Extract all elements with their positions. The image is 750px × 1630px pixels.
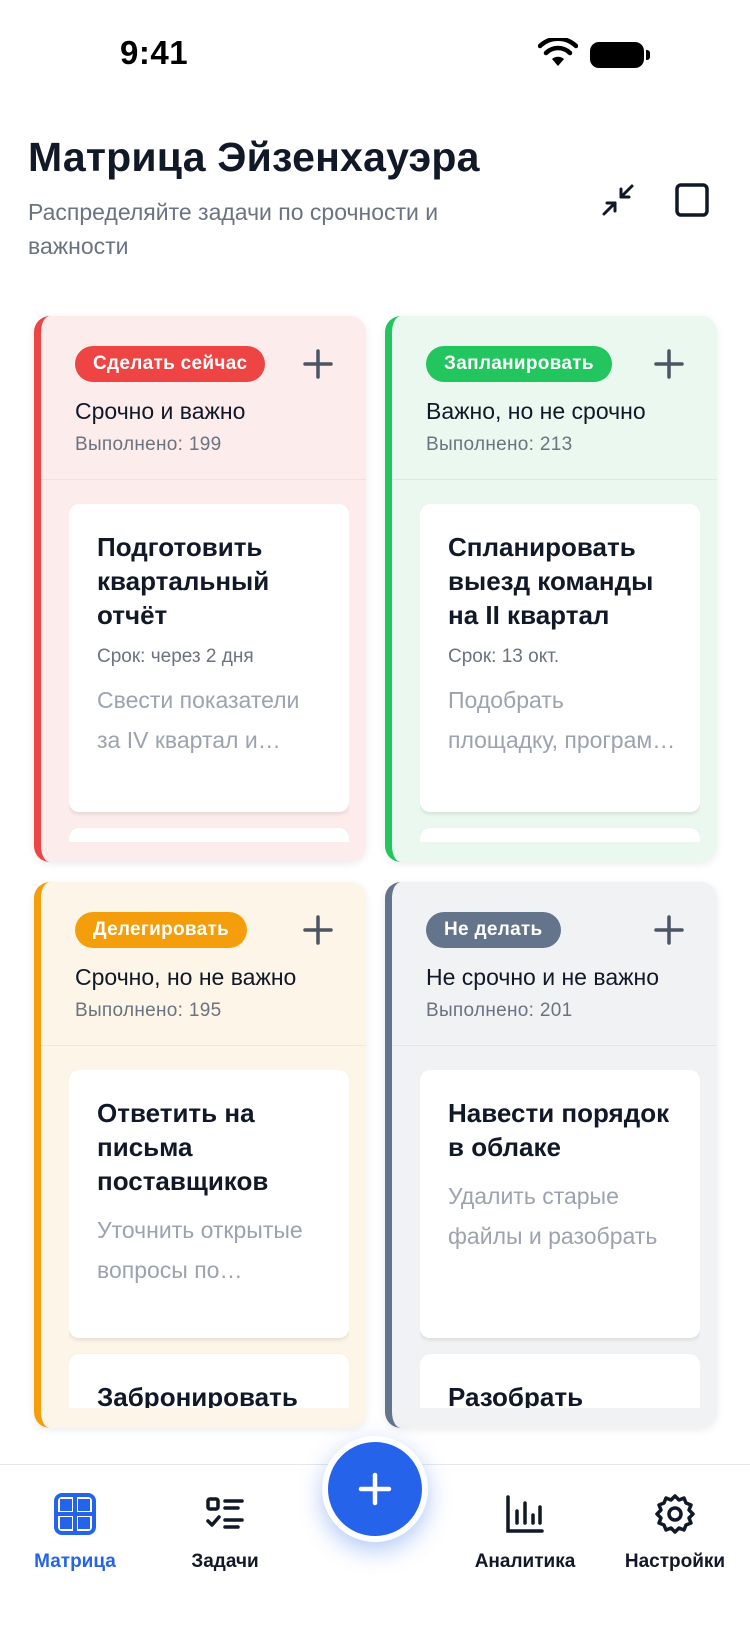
quadrant-schedule: Запланировать Важно, но не срочно Выполн…	[385, 316, 717, 862]
quadrant-header: Делегировать Срочно, но не важно Выполне…	[41, 882, 366, 1046]
task-title: Навести порядок в облаке	[448, 1098, 670, 1162]
quadrant-subtitle: Срочно, но не важно	[75, 964, 297, 990]
task-card[interactable]: Спланировать выезд команды на II квартал…	[420, 504, 700, 812]
quadrant-badge: Сделать сейчас	[75, 346, 266, 382]
task-card[interactable]: Подготовить квартальный отчёт Срок: чере…	[69, 504, 349, 812]
tab-tasks[interactable]: Задачи	[160, 1491, 290, 1573]
header: Матрица Эйзенхауэра Распределяйте задачи…	[28, 134, 722, 263]
tab-label: Матрица	[34, 1551, 116, 1572]
quadrant-header: Не делать Не срочно и не важно Выполнено…	[392, 882, 717, 1046]
quadrant-do-now: Сделать сейчас Срочно и важно Выполнено:…	[34, 316, 366, 862]
task-due: Срок: 13 окт.	[448, 646, 560, 667]
task-card[interactable]: Ответить на письма поставщиков Уточнить …	[69, 1070, 349, 1338]
task-title: Разобрать	[448, 1382, 584, 1408]
tab-settings[interactable]: Настройки	[610, 1491, 740, 1573]
collapse-button[interactable]	[594, 176, 642, 224]
task-card[interactable]	[420, 828, 700, 842]
tab-label: Задачи	[191, 1551, 259, 1572]
quadrant-header: Запланировать Важно, но не срочно Выполн…	[392, 316, 717, 480]
task-card[interactable]: Разобрать	[420, 1354, 700, 1408]
wifi-icon	[538, 38, 578, 66]
tab-label: Настройки	[624, 1551, 726, 1572]
quadrant-header: Сделать сейчас Срочно и важно Выполнено:…	[41, 316, 366, 480]
task-list: Спланировать выезд команды на II квартал…	[420, 504, 700, 842]
task-list: Ответить на письма поставщиков Уточнить …	[69, 1070, 349, 1408]
quadrant-badge: Делегировать	[75, 912, 248, 948]
quadrant-badge: Запланировать	[426, 346, 612, 382]
battery-icon	[590, 42, 650, 68]
completed-count: Выполнено: 195	[75, 1000, 222, 1021]
tab-matrix[interactable]: Матрица	[10, 1491, 140, 1573]
quadrant-subtitle: Не срочно и не важно	[426, 964, 659, 990]
bar-chart-icon	[506, 1495, 544, 1533]
task-title: Ответить на письма поставщиков	[97, 1098, 269, 1196]
task-card[interactable]: Забронировать	[69, 1354, 349, 1408]
add-task-icon[interactable]	[298, 344, 338, 384]
add-task-fab[interactable]	[322, 1436, 428, 1542]
quadrant-badge: Не делать	[426, 912, 561, 948]
task-title: Спланировать выезд команды на II квартал	[448, 532, 654, 630]
task-due: Срок: через 2 дня	[97, 646, 254, 667]
task-card[interactable]: Навести порядок в облаке Удалить старые …	[420, 1070, 700, 1338]
tab-label: Аналитика	[474, 1551, 576, 1572]
task-title: Подготовить квартальный отчёт	[97, 532, 270, 630]
task-description: Уточнить открытые вопросы по поставкам	[97, 1217, 303, 1283]
grid-icon	[54, 1493, 96, 1535]
status-time: 9:41	[120, 34, 189, 71]
completed-count: Выполнено: 199	[75, 434, 222, 455]
add-task-icon[interactable]	[649, 344, 689, 384]
task-title: Забронировать	[97, 1382, 298, 1408]
quadrant-subtitle: Важно, но не срочно	[426, 398, 646, 424]
page-title: Матрица Эйзенхауэра	[28, 134, 480, 180]
collapse-icon	[602, 184, 634, 216]
plus-icon	[358, 1472, 392, 1506]
task-list: Подготовить квартальный отчёт Срок: чере…	[69, 504, 349, 842]
quadrant-subtitle: Срочно и важно	[75, 398, 246, 424]
task-description: Свести показатели за IV квартал и подгот…	[97, 687, 300, 753]
add-task-icon[interactable]	[298, 910, 338, 950]
select-mode-button[interactable]	[668, 176, 716, 224]
quadrant-delegate: Делегировать Срочно, но не важно Выполне…	[34, 882, 366, 1428]
page-subtitle: Распределяйте задачи по срочности и важн…	[28, 199, 439, 259]
task-description: Подобрать площадку, программу и бюджет	[448, 687, 680, 753]
square-icon	[675, 183, 709, 217]
completed-count: Выполнено: 201	[426, 1000, 573, 1021]
gear-icon	[655, 1494, 695, 1534]
completed-count: Выполнено: 213	[426, 434, 573, 455]
task-description: Удалить старые файлы и разобрать	[448, 1183, 658, 1249]
add-task-icon[interactable]	[649, 910, 689, 950]
status-bar: 9:41	[0, 0, 750, 100]
checklist-icon	[206, 1497, 244, 1529]
quadrant-eliminate: Не делать Не срочно и не важно Выполнено…	[385, 882, 717, 1428]
task-list: Навести порядок в облаке Удалить старые …	[420, 1070, 700, 1408]
task-card[interactable]	[69, 828, 349, 842]
tab-analytics[interactable]: Аналитика	[460, 1491, 590, 1573]
